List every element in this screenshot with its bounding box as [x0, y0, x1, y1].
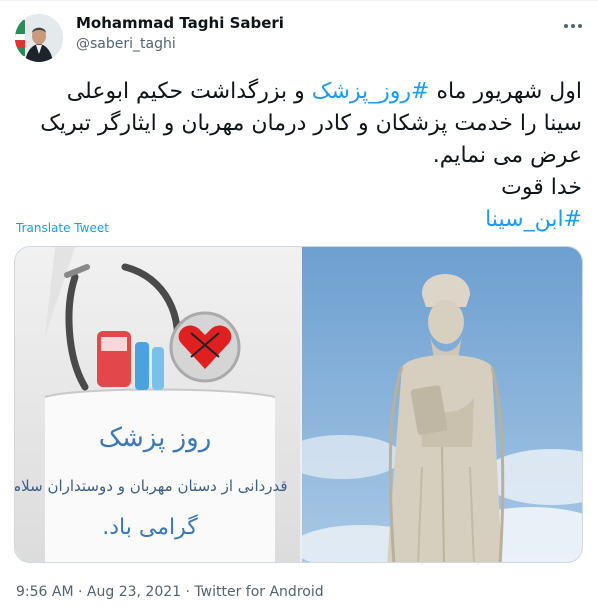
tweet-line-2: سینا را خدمت پزشکان و کادر درمان مهربان … [40, 111, 582, 136]
tweet-line-1: اول شهریور ماه #روز_پزشک و بزرگداشت حکیم… [14, 76, 582, 108]
card-title: روز پزشک [98, 423, 212, 453]
statue-photo [302, 247, 582, 562]
card-subtitle: قدردانی از دستان مهربان و دوستداران سلام… [15, 477, 288, 495]
top-divider [0, 0, 598, 1]
more-dots-icon [564, 24, 582, 28]
tweet-source[interactable]: Twitter for Android [194, 584, 323, 600]
tweet-text-segment: و بزرگداشت حکیم ابوعلی [66, 79, 312, 104]
tweet-time[interactable]: 9:56 AM [16, 584, 74, 600]
meta-separator: · [73, 584, 87, 600]
profile-photo-icon [15, 14, 63, 62]
author-handle[interactable]: @saberi_taghi [76, 36, 176, 52]
tweet-line-4: خدا قوت [501, 175, 582, 200]
tweet-metadata: 9:56 AM · Aug 23, 2021 · Twitter for And… [16, 584, 324, 600]
author-name[interactable]: Mohammad Taghi Saberi [76, 14, 284, 32]
avicenna-statue-image[interactable] [302, 247, 582, 562]
tweet-body: اول شهریور ماه #روز_پزشک و بزرگداشت حکیم… [14, 76, 582, 236]
media-grid: روز پزشک قدردانی از دستان مهربان و دوستد… [14, 246, 583, 563]
tweet-text-segment: اول شهریور ماه [429, 79, 582, 104]
tweet-date[interactable]: Aug 23, 2021 [87, 584, 181, 600]
doctor-day-image[interactable]: روز پزشک قدردانی از دستان مهربان و دوستد… [15, 247, 300, 562]
hashtag-link[interactable]: #روز_پزشک [312, 79, 430, 104]
card-closing: گرامی باد. [102, 515, 198, 540]
meta-separator: · [181, 584, 195, 600]
avatar[interactable] [15, 14, 63, 62]
translate-tweet-link[interactable]: Translate Tweet [16, 221, 109, 235]
tweet-line-3: عرض می نمایم. [432, 143, 582, 168]
more-options-button[interactable] [560, 14, 586, 38]
